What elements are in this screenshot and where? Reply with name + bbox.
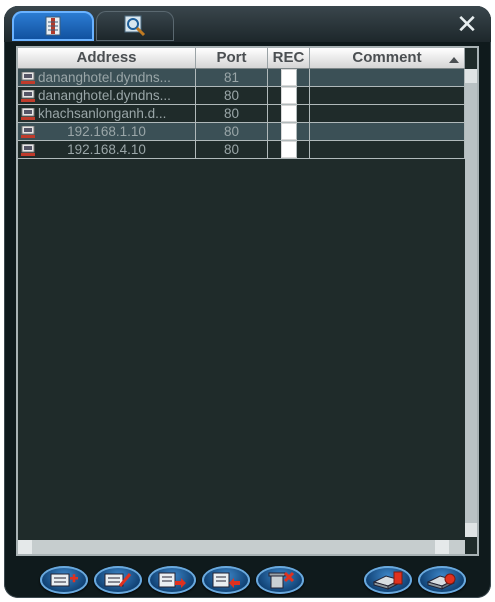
port-cell: 80 bbox=[196, 105, 268, 122]
column-header-comment-label: Comment bbox=[352, 49, 422, 66]
scroll-down-button[interactable] bbox=[465, 523, 477, 537]
edit-device-icon bbox=[104, 573, 132, 587]
disconnect-icon bbox=[426, 573, 456, 590]
pc-icon bbox=[21, 125, 35, 138]
close-icon[interactable]: ✕ bbox=[453, 10, 481, 38]
device-table: Address Port REC Comment dananghotel.dyn… bbox=[16, 46, 479, 556]
address-cell: 192.168.4.10 bbox=[18, 141, 196, 158]
comment-cell bbox=[310, 69, 465, 86]
address-text: dananghotel.dyndns... bbox=[38, 88, 171, 103]
column-header-address[interactable]: Address bbox=[18, 48, 196, 68]
tab-device-list[interactable] bbox=[12, 11, 94, 41]
toolbar bbox=[4, 566, 491, 598]
pc-icon bbox=[21, 107, 35, 120]
rec-checkbox[interactable] bbox=[280, 87, 297, 104]
address-text: dananghotel.dyndns... bbox=[38, 70, 171, 85]
rec-checkbox[interactable] bbox=[280, 69, 297, 86]
scroll-left-button[interactable] bbox=[18, 540, 32, 554]
rec-cell bbox=[268, 69, 310, 86]
port-cell: 80 bbox=[196, 87, 268, 104]
address-text: khachsanlonganh.d... bbox=[38, 106, 167, 121]
rec-cell bbox=[268, 105, 310, 122]
port-cell: 81 bbox=[196, 69, 268, 86]
add-device-button[interactable] bbox=[40, 566, 88, 594]
edit-device-button[interactable] bbox=[94, 566, 142, 594]
column-header-port[interactable]: Port bbox=[196, 48, 268, 68]
table-row[interactable]: 192.168.1.10 80 bbox=[18, 123, 465, 141]
table-rows: dananghotel.dyndns... 81 dananghotel.dyn… bbox=[18, 69, 465, 159]
scroll-up-button[interactable] bbox=[465, 69, 477, 83]
horizontal-scrollbar[interactable] bbox=[18, 540, 465, 554]
delete-device-icon bbox=[268, 571, 295, 589]
port-cell: 80 bbox=[196, 123, 268, 140]
export-list-icon bbox=[158, 572, 186, 588]
device-list-icon bbox=[45, 16, 61, 36]
device-list-window: ✕ Address Port REC Comment dananghotel.d… bbox=[4, 6, 491, 598]
export-list-button[interactable] bbox=[148, 566, 196, 594]
table-row[interactable]: khachsanlonganh.d... 80 bbox=[18, 105, 465, 123]
connect-button[interactable] bbox=[364, 566, 412, 594]
table-header: Address Port REC Comment bbox=[18, 48, 465, 69]
address-cell: khachsanlonganh.d... bbox=[18, 105, 196, 122]
address-cell: dananghotel.dyndns... bbox=[18, 87, 196, 104]
vertical-scrollbar[interactable] bbox=[465, 69, 477, 537]
pc-icon bbox=[21, 143, 35, 156]
address-text: 192.168.4.10 bbox=[67, 142, 146, 157]
search-icon bbox=[124, 15, 146, 37]
table-row[interactable]: dananghotel.dyndns... 81 bbox=[18, 69, 465, 87]
delete-device-button[interactable] bbox=[256, 566, 304, 594]
title-bar: ✕ bbox=[4, 6, 491, 42]
disconnect-button[interactable] bbox=[418, 566, 466, 594]
column-header-comment[interactable]: Comment bbox=[310, 48, 465, 68]
address-cell: dananghotel.dyndns... bbox=[18, 69, 196, 86]
tab-search[interactable] bbox=[96, 11, 174, 41]
rec-checkbox[interactable] bbox=[280, 105, 297, 122]
connect-icon bbox=[372, 571, 403, 590]
import-list-button[interactable] bbox=[202, 566, 250, 594]
comment-cell bbox=[310, 123, 465, 140]
comment-cell bbox=[310, 105, 465, 122]
table-row[interactable]: 192.168.4.10 80 bbox=[18, 141, 465, 159]
address-text: 192.168.1.10 bbox=[67, 124, 146, 139]
add-device-icon bbox=[50, 573, 78, 587]
table-row[interactable]: dananghotel.dyndns... 80 bbox=[18, 87, 465, 105]
pc-icon bbox=[21, 71, 35, 84]
rec-checkbox[interactable] bbox=[280, 123, 297, 140]
comment-cell bbox=[310, 141, 465, 158]
rec-cell bbox=[268, 87, 310, 104]
column-header-rec[interactable]: REC bbox=[268, 48, 310, 68]
rec-cell bbox=[268, 123, 310, 140]
comment-cell bbox=[310, 87, 465, 104]
scroll-right-button[interactable] bbox=[435, 540, 449, 554]
import-list-icon bbox=[212, 572, 240, 588]
pc-icon bbox=[21, 89, 35, 102]
port-cell: 80 bbox=[196, 141, 268, 158]
address-cell: 192.168.1.10 bbox=[18, 123, 196, 140]
sort-ascending-icon bbox=[449, 57, 459, 63]
rec-checkbox[interactable] bbox=[280, 141, 297, 158]
rec-cell bbox=[268, 141, 310, 158]
